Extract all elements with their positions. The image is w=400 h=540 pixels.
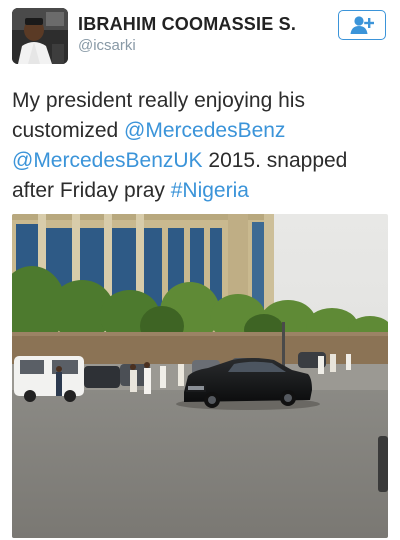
photo-image bbox=[12, 214, 388, 538]
avatar-image bbox=[12, 8, 68, 64]
follow-button[interactable] bbox=[338, 10, 386, 40]
display-name[interactable]: IBRAHIM COOMASSIE S. bbox=[78, 14, 296, 35]
user-handle[interactable]: @icsarki bbox=[78, 37, 136, 54]
add-user-icon bbox=[350, 16, 374, 34]
tweet-text: My president really enjoying his customi… bbox=[12, 86, 388, 206]
hashtag-nigeria[interactable]: #Nigeria bbox=[171, 179, 249, 202]
tweet-photo[interactable] bbox=[12, 214, 388, 538]
tweet-card: IBRAHIM COOMASSIE S. @icsarki My preside… bbox=[0, 0, 400, 540]
mention-mercedesbenz[interactable]: @MercedesBenz bbox=[124, 119, 285, 142]
tweet-header: IBRAHIM COOMASSIE S. @icsarki bbox=[12, 8, 388, 66]
avatar[interactable] bbox=[12, 8, 68, 64]
mention-mercedesbenzuk[interactable]: @MercedesBenzUK bbox=[12, 149, 203, 172]
